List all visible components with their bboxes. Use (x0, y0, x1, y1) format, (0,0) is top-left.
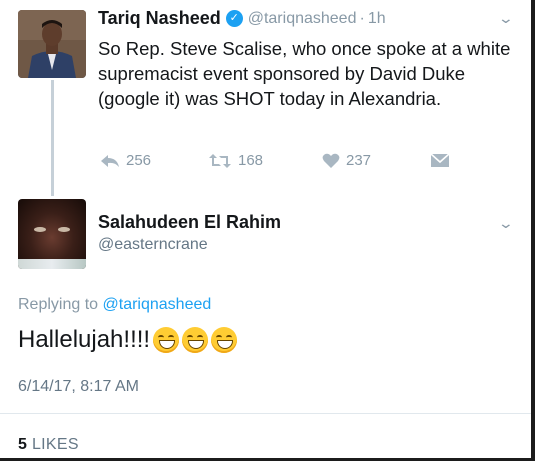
avatar-detail (58, 227, 70, 232)
heart-icon (322, 153, 340, 168)
tweet1-author-handle[interactable]: @tariqnasheed (248, 10, 357, 28)
grinning-emoji-icon (211, 327, 238, 353)
grinning-emoji-icon (153, 327, 180, 353)
divider (0, 413, 531, 414)
verified-badge-icon: ✓ (225, 10, 243, 27)
tweet2-text: Hallelujah!!!! (18, 326, 238, 354)
tweet1-author-name[interactable]: Tariq Nasheed (98, 8, 221, 29)
tweet-thread: Tariq Nasheed ✓ @tariqnasheed · 1h ⌄ So … (0, 0, 531, 461)
reply-icon (101, 154, 119, 167)
reply-count: 256 (126, 152, 152, 169)
avatar-detail (34, 227, 46, 232)
replying-to-link[interactable]: @tariqnasheed (103, 296, 212, 313)
grinning-emoji-icon (182, 327, 209, 353)
chevron-down-icon[interactable]: ⌄ (498, 215, 514, 232)
likes-label: LIKES (31, 436, 79, 453)
tweet2-text-body: Hallelujah!!!! (18, 326, 151, 353)
tweet1-timestamp[interactable]: 1h (368, 10, 386, 28)
like-button[interactable]: 237 (322, 152, 430, 169)
window-edge (531, 0, 535, 461)
tweet2-author-handle[interactable]: @easterncrane (98, 236, 208, 254)
replying-to: Replying to @tariqnasheed (18, 296, 211, 314)
likes-summary[interactable]: 5 LIKES (18, 436, 79, 454)
tweet1-text: So Rep. Steve Scalise, who once spoke at… (98, 38, 511, 109)
separator: · (359, 9, 365, 27)
replying-prefix: Replying to (18, 296, 103, 313)
reply-button[interactable]: 256 (100, 152, 208, 169)
retweet-icon (209, 153, 231, 168)
thread-line (51, 80, 54, 196)
likes-count: 5 (18, 436, 28, 453)
avatar[interactable] (18, 10, 86, 78)
like-count: 237 (346, 152, 372, 169)
message-button[interactable] (430, 153, 456, 168)
avatar[interactable] (18, 199, 86, 269)
tweet2-datetime[interactable]: 6/14/17, 8:17 AM (18, 378, 139, 396)
retweet-count: 168 (238, 152, 264, 169)
tweet1-header: Tariq Nasheed ✓ @tariqnasheed · 1h (98, 8, 386, 29)
chevron-down-icon[interactable]: ⌄ (498, 10, 514, 27)
envelope-icon (430, 153, 450, 167)
avatar-detail (18, 259, 86, 269)
tweet1-actions: 256 168 237 (100, 152, 456, 169)
retweet-button[interactable]: 168 (208, 152, 322, 169)
tweet2-author-name[interactable]: Salahudeen El Rahim (98, 212, 281, 233)
